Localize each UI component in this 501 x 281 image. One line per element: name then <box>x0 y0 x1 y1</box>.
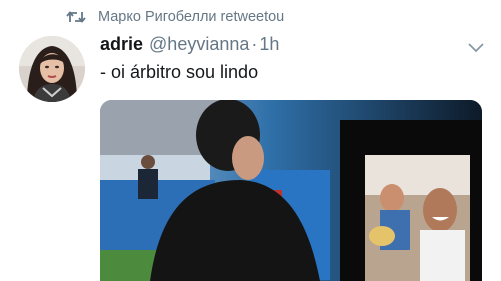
avatar[interactable] <box>19 36 85 102</box>
retweet-context[interactable]: Марко Ригобелли retweetou <box>66 8 284 26</box>
author-handle[interactable]: @heyvianna <box>149 34 249 55</box>
separator-dot: · <box>251 34 258 54</box>
author-display-name[interactable]: adrie <box>100 34 143 55</box>
tweet-media-image[interactable] <box>100 100 482 281</box>
retweet-label: Марко Ригобелли retweetou <box>98 9 285 25</box>
chevron-down-icon[interactable] <box>467 40 485 53</box>
retweet-icon <box>66 10 86 24</box>
tweet-header: adrie @heyvianna · 1h <box>100 34 279 55</box>
tweet-text: - oi árbitro sou lindo <box>100 62 259 82</box>
tweet-card[interactable]: Марко Ригобелли retweetou adrie @heyvian… <box>0 0 501 281</box>
tweet-timestamp[interactable]: 1h <box>259 34 279 55</box>
